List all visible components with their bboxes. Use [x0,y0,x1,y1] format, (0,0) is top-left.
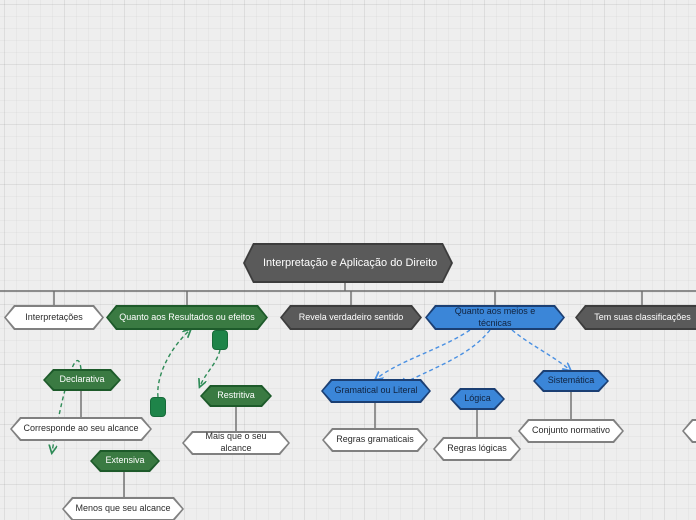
node-label: Menos que seu alcance [75,503,171,514]
node-label: Gramatical ou Literal [334,385,418,396]
node-label: Interpretação e Aplicação do Direito [263,256,438,269]
node-l1-revela[interactable]: Revela verdadeiro sentido [280,305,422,330]
node-root[interactable]: Interpretação e Aplicação do Direito [243,243,453,283]
node-l3-corresponde[interactable]: Corresponde ao seu alcance [10,417,152,441]
node-label [682,419,696,443]
node-label: Extensiva [105,455,145,466]
node-l3-menos[interactable]: Menos que seu alcance [62,497,184,520]
marker-restritiva[interactable] [212,330,228,350]
node-l2-restritiva[interactable]: Restritiva [200,385,272,407]
node-l2-declarativa[interactable]: Declarativa [43,369,121,391]
node-l3-edge[interactable] [682,419,696,443]
node-label: Tem suas classificações [594,311,691,322]
mindmap-canvas[interactable]: Interpretação e Aplicação do Direito Inte… [0,0,696,520]
node-label: Interpretações [25,311,83,322]
node-l2-extensiva[interactable]: Extensiva [90,450,160,472]
node-label: Sistemática [547,375,595,386]
connector-0 [376,329,471,379]
node-l2-sistematica[interactable]: Sistemática [533,370,609,392]
node-l2-logica[interactable]: Lógica [450,388,505,410]
node-label: Mais que o seu alcance [205,431,267,453]
node-l3-conjunto[interactable]: Conjunto normativo [518,419,624,443]
connector-1 [400,329,491,385]
connector-2 [511,329,570,370]
node-label: Restritiva [217,390,255,401]
node-label: Lógica [464,393,491,404]
connector-1 [200,349,221,386]
node-l1-classificacoes[interactable]: Tem suas classificações [575,305,696,330]
node-l1-meios[interactable]: Quanto aos meios e técnicas [425,305,565,330]
node-l2-gramatical[interactable]: Gramatical ou Literal [321,379,431,403]
node-l3-gramaticais[interactable]: Regras gramaticais [322,428,428,452]
node-label: Corresponde ao seu alcance [23,423,139,434]
node-label: Conjunto normativo [531,425,611,436]
node-label: Revela verdadeiro sentido [298,311,404,322]
node-label: Regras gramaticais [336,434,414,445]
node-label: Quanto aos meios e técnicas [454,305,536,328]
node-label: Regras lógicas [447,443,507,454]
node-l3-mais[interactable]: Mais que o seu alcance [182,431,290,455]
marker-extensiva[interactable] [150,397,166,417]
node-label: Quanto aos Resultados ou efeitos [119,311,255,322]
node-l1-resultados[interactable]: Quanto aos Resultados ou efeitos [106,305,268,330]
node-l3-logicas[interactable]: Regras lógicas [433,437,521,461]
node-label: Declarativa [59,374,105,385]
connector-2 [157,330,190,398]
node-l1-interpretacoes[interactable]: Interpretações [4,305,104,330]
